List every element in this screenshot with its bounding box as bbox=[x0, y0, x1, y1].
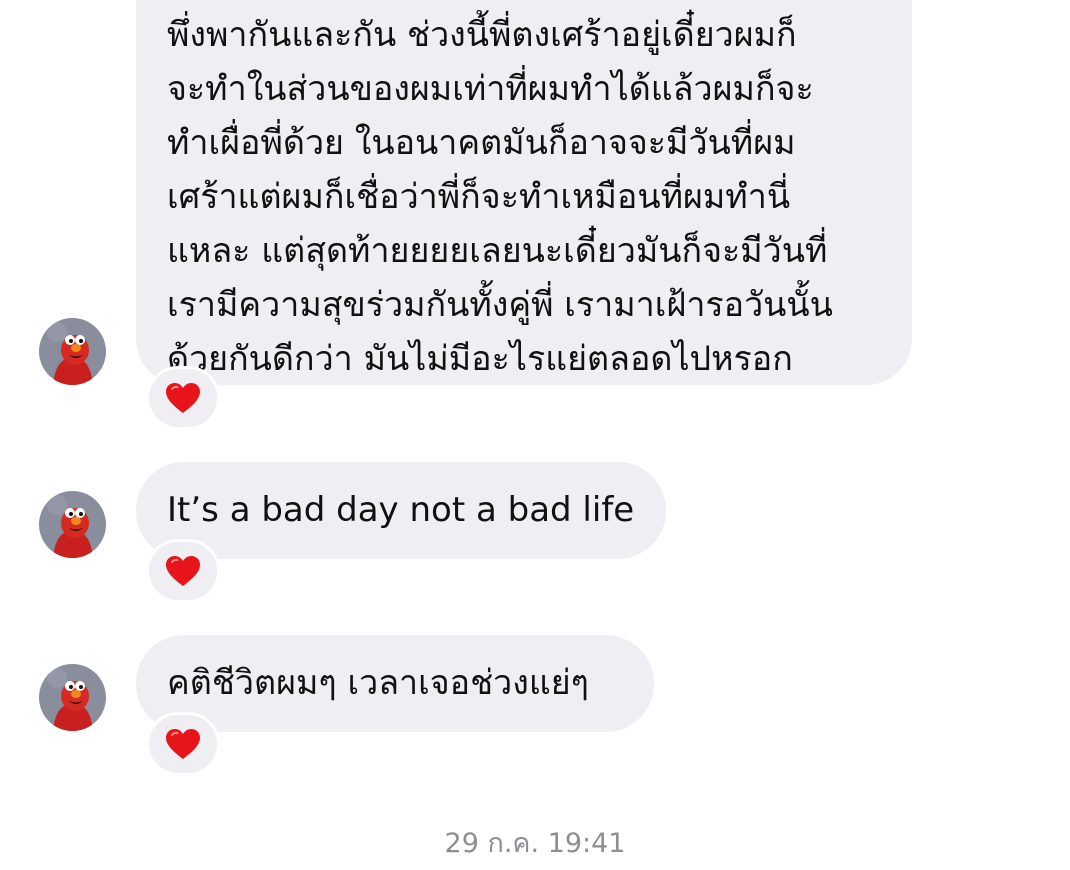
message-text: It’s a bad day not a bad life bbox=[167, 490, 635, 530]
message-line: แหละ แต่สุดท้ายยยยเลยนะเดี๋ยวมันก็จะมีวั… bbox=[167, 231, 828, 271]
elmo-avatar-icon bbox=[39, 318, 106, 385]
message-bubble[interactable]: พึ่งพากันและกัน ช่วงนี้พี่ตงเศร้าอยู่เดี… bbox=[136, 0, 912, 385]
chat-thread: พึ่งพากันและกัน ช่วงนี้พี่ตงเศร้าอยู่เดี… bbox=[0, 0, 1070, 870]
heart-reaction[interactable] bbox=[146, 366, 220, 430]
message-line: เศร้าแต่ผมก็เชื่อว่าพี่ก็จะทำเหมือนที่ผม… bbox=[167, 177, 791, 217]
red-heart-icon bbox=[166, 383, 200, 413]
red-heart-icon bbox=[166, 556, 200, 586]
message-bubble[interactable]: คติชีวิตผมๆ เวลาเจอช่วงแย่ๆ bbox=[136, 635, 654, 732]
message-line: พึ่งพากันและกัน ช่วงนี้พี่ตงเศร้าอยู่เดี… bbox=[167, 15, 797, 55]
message-line: ทำเผื่อพี่ด้วย ในอนาคตมันก็อาจจะมีวันที่… bbox=[167, 123, 796, 163]
sender-avatar[interactable] bbox=[39, 664, 106, 731]
sender-avatar[interactable] bbox=[39, 318, 106, 385]
message-line: เรามีความสุขร่วมกันทั้งคู่พี่ เรามาเฝ้าร… bbox=[167, 285, 833, 325]
elmo-avatar-icon bbox=[39, 491, 106, 558]
message-line: จะทำในส่วนของผมเท่าที่ผมทำได้แล้วผมก็จะ bbox=[167, 69, 814, 109]
conversation-timestamp: 29 ก.ค. 19:41 bbox=[444, 828, 626, 859]
message-text: คติชีวิตผมๆ เวลาเจอช่วงแย่ๆ bbox=[167, 663, 589, 703]
sender-avatar[interactable] bbox=[39, 491, 106, 558]
red-heart-icon bbox=[166, 729, 200, 759]
heart-reaction[interactable] bbox=[146, 539, 220, 603]
elmo-avatar-icon bbox=[39, 664, 106, 731]
heart-reaction[interactable] bbox=[146, 712, 220, 776]
message-line: ด้วยกันดีกว่า มันไม่มีอะไรแย่ตลอดไปหรอก bbox=[167, 339, 793, 379]
message-bubble[interactable]: It’s a bad day not a bad life bbox=[136, 462, 666, 559]
